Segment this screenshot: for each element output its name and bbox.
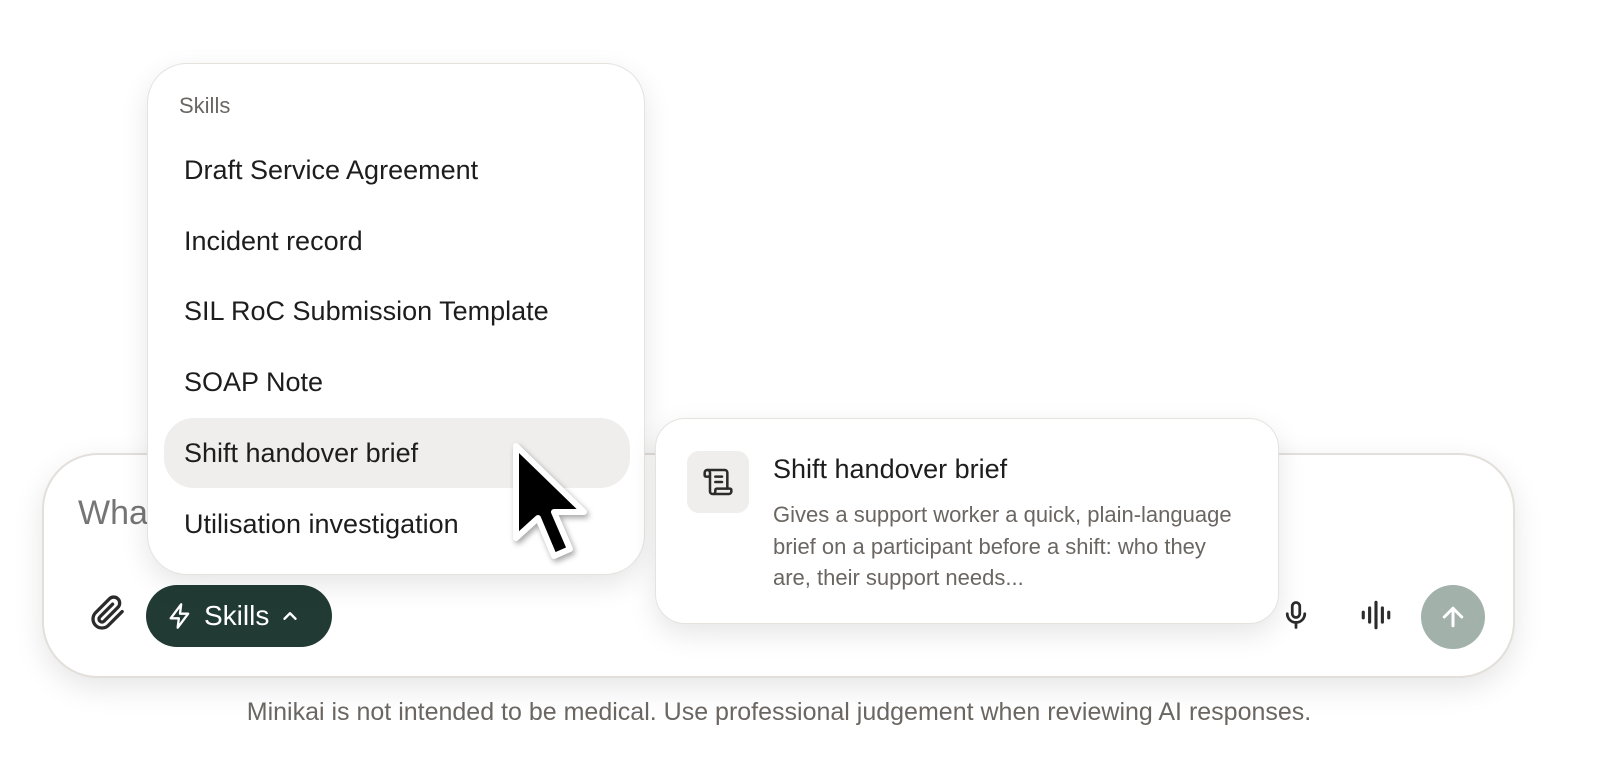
skill-preview-description: Gives a support worker a quick, plain-la…: [773, 502, 1232, 590]
skill-item-sil-roc-submission-template[interactable]: SIL RoC Submission Template: [164, 276, 630, 346]
skills-menu-heading: Skills: [179, 93, 231, 118]
chevron-up-icon: [283, 612, 298, 620]
paperclip-icon: [91, 595, 124, 630]
skills-button-label: Skills: [204, 600, 270, 631]
microphone-button[interactable]: [1276, 593, 1316, 637]
disclaimer-text: Minikai is not intended to be medical. U…: [246, 698, 1312, 726]
skill-icon-container: [687, 451, 749, 513]
send-button[interactable]: [1421, 585, 1485, 649]
scroll-icon: [703, 468, 733, 496]
skills-button[interactable]: Skills: [146, 585, 332, 647]
skill-item-incident-record[interactable]: Incident record: [164, 206, 630, 276]
skill-item-soap-note[interactable]: SOAP Note: [164, 347, 630, 417]
skill-item-draft-service-agreement[interactable]: Draft Service Agreement: [164, 135, 630, 205]
attach-button[interactable]: [88, 593, 128, 633]
microphone-icon: [1285, 601, 1307, 629]
skill-preview-title: Shift handover brief: [773, 454, 1008, 484]
chat-stage: Skills Skills Draft Service Agreem: [0, 0, 1598, 772]
skill-preview-card: Shift handover brief Gives a support wor…: [655, 418, 1279, 624]
lightning-icon: [169, 603, 190, 629]
arrow-up-icon: [1442, 606, 1464, 628]
mouse-cursor-icon: [513, 443, 587, 559]
audio-waveform-icon: [1361, 600, 1391, 630]
voice-mode-button[interactable]: [1354, 593, 1398, 637]
